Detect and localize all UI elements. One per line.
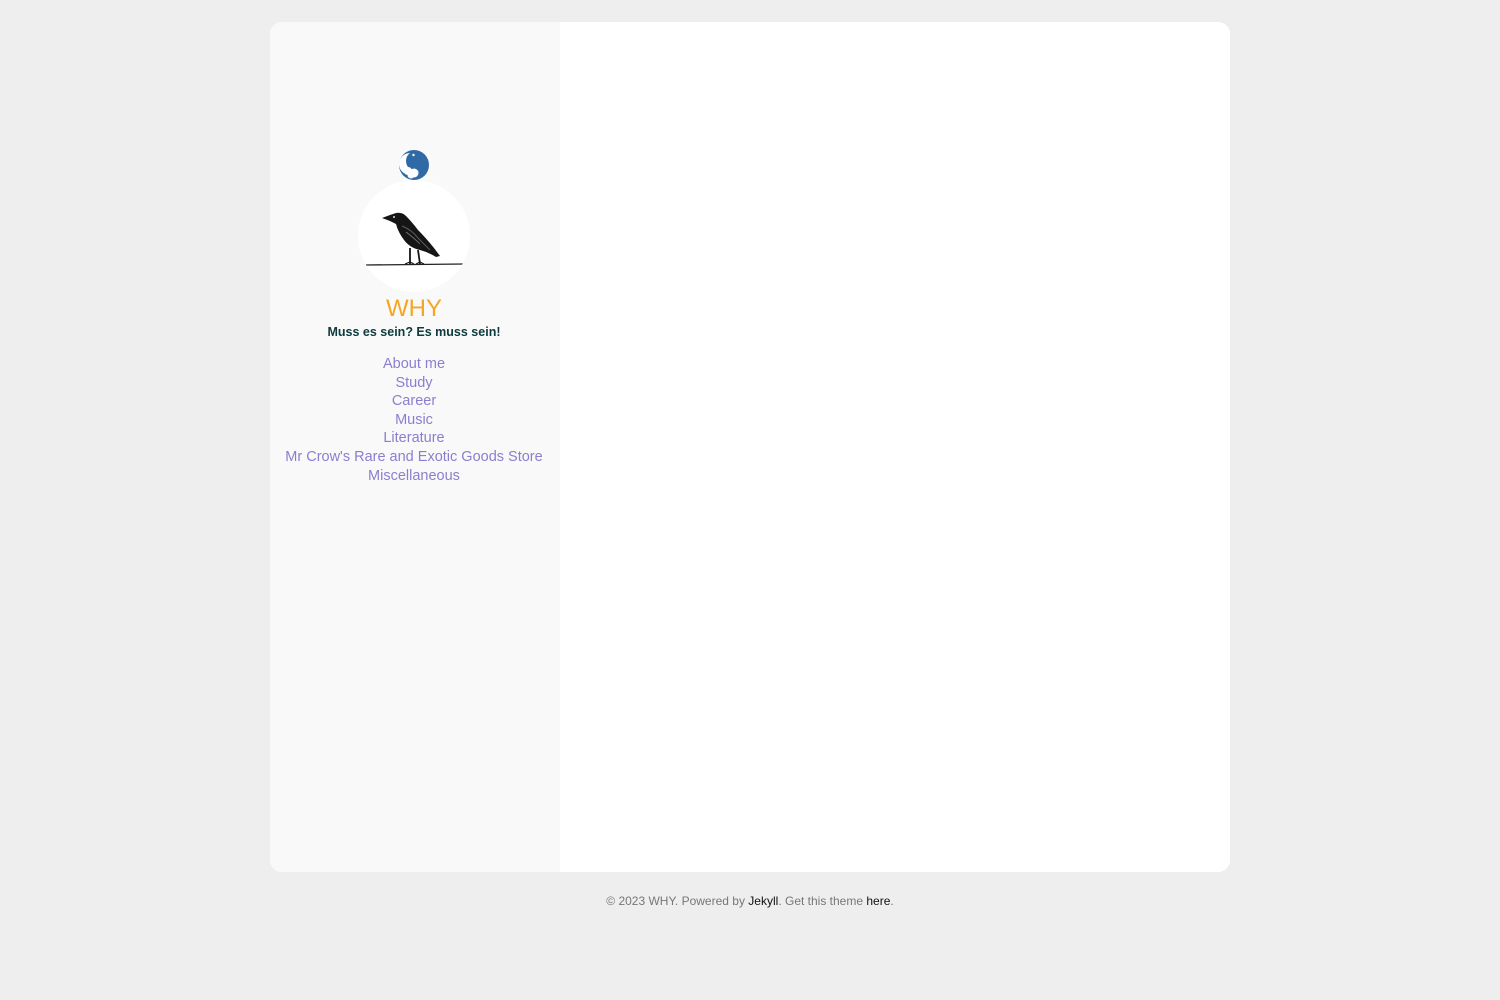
nav-link-study[interactable]: Study (395, 375, 432, 391)
site-title-link[interactable]: WHY (270, 294, 558, 324)
nav-item-about: About me (270, 355, 558, 374)
nav-item-music: Music (270, 411, 558, 430)
theme-toggle-button[interactable] (398, 149, 430, 181)
nav-link-store[interactable]: Mr Crow's Rare and Exotic Goods Store (285, 449, 542, 465)
nav-item-miscellaneous: Miscellaneous (270, 467, 558, 486)
tagline: Muss es sein? Es muss sein! (327, 325, 501, 339)
nav-item-career: Career (270, 392, 558, 411)
sidebar: WHY Muss es sein? Es muss sein! About me… (270, 22, 560, 872)
sidebar-nav: About me Study Career Music Literature M… (270, 355, 558, 485)
content-card: WHY Muss es sein? Es muss sein! About me… (270, 22, 1230, 872)
moon-icon (399, 150, 429, 180)
theme-link[interactable]: here (866, 894, 890, 908)
footer: © 2023 WHY. Powered by Jekyll. Get this … (0, 893, 1500, 909)
footer-copyright: © 2023 WHY. Powered by (606, 894, 749, 908)
footer-middle-text: . Get this theme (778, 894, 867, 908)
nav-link-about-me[interactable]: About me (383, 356, 445, 372)
footer-end-text: . (890, 894, 894, 908)
nav-item-study: Study (270, 374, 558, 393)
nav-link-career[interactable]: Career (392, 393, 436, 409)
nav-link-literature[interactable]: Literature (383, 430, 444, 446)
nav-link-miscellaneous[interactable]: Miscellaneous (368, 468, 460, 484)
main-content (560, 22, 1230, 872)
nav-item-store: Mr Crow's Rare and Exotic Goods Store (270, 448, 558, 467)
crow-icon (365, 212, 465, 266)
avatar (358, 180, 470, 292)
nav-link-music[interactable]: Music (395, 412, 433, 428)
nav-item-literature: Literature (270, 429, 558, 448)
jekyll-link[interactable]: Jekyll (748, 894, 778, 908)
